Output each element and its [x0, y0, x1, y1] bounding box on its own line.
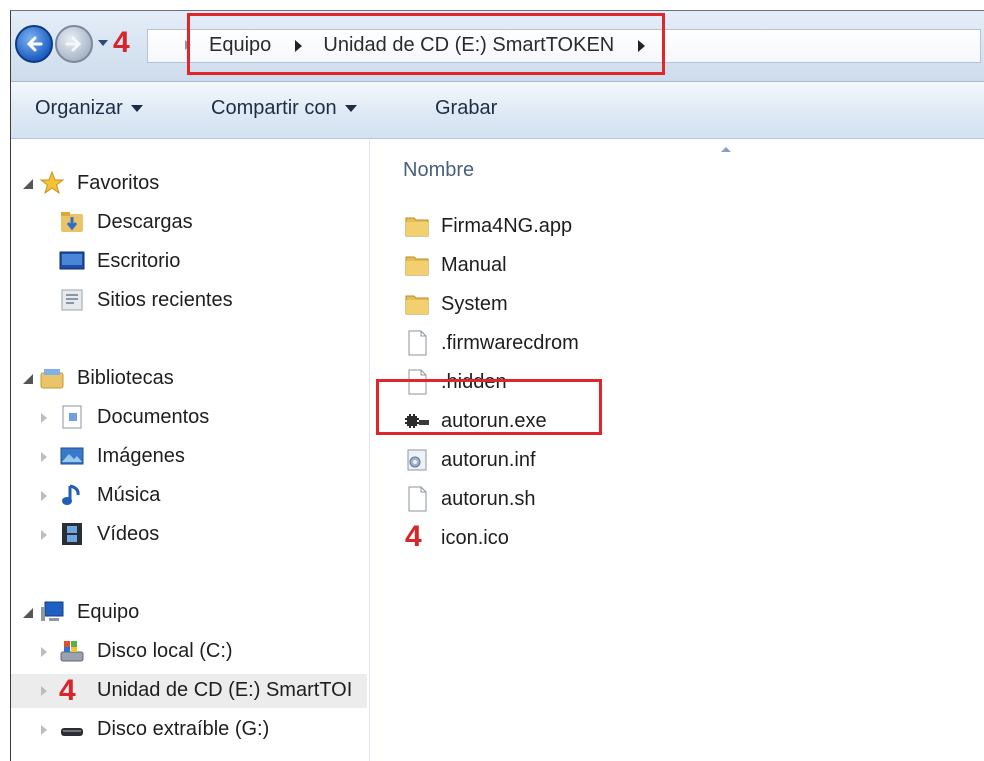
forward-button[interactable] [55, 25, 93, 63]
back-button[interactable] [15, 25, 53, 63]
nav-label: Escritorio [97, 250, 181, 272]
chevron-down-icon [344, 105, 357, 113]
computer-icon [41, 601, 64, 621]
share-menu-button[interactable]: Compartir con [211, 97, 357, 120]
settings-file-icon [407, 449, 427, 471]
nav-computer[interactable]: Equipo [11, 596, 367, 630]
nav-label: Imágenes [97, 445, 185, 467]
address-bar-row: 4 Equipo Unidad de CD (E:) SmartTOKEN [11, 11, 984, 82]
sort-ascending-icon [721, 147, 731, 152]
nav-item-cd-drive-e[interactable]: 4 Unidad de CD (E:) SmartTOI [11, 674, 367, 708]
video-film-icon [62, 523, 82, 545]
nav-label: Bibliotecas [77, 367, 174, 389]
removable-disk-icon [61, 728, 83, 736]
file-name: autorun.sh [441, 488, 536, 510]
step-marker-address: 4 [113, 26, 130, 59]
organize-menu-button[interactable]: Organizar [35, 97, 143, 120]
collapsed-triangle-icon[interactable] [41, 491, 47, 501]
navigation-pane: Favoritos Descargas Escritorio Sitios re… [11, 139, 370, 761]
expanded-triangle-icon[interactable] [23, 374, 33, 384]
file-icon [408, 486, 427, 512]
nav-item-videos[interactable]: Vídeos [11, 518, 367, 552]
address-highlight-box [187, 13, 665, 75]
column-header-name[interactable]: Nombre [403, 159, 474, 182]
expanded-triangle-icon[interactable] [23, 608, 33, 618]
file-name: .firmwarecdrom [441, 332, 579, 354]
file-list-pane: Nombre Firma4NG.app Manual System .firmw… [371, 139, 984, 761]
nav-item-escritorio[interactable]: Escritorio [11, 245, 367, 279]
star-icon [39, 170, 65, 195]
nav-label: Música [97, 484, 161, 506]
recent-pages-dropdown-icon[interactable] [97, 37, 109, 49]
back-arrow-icon [26, 36, 43, 52]
nav-item-disco-extraible-g[interactable]: Disco extraíble (G:) [11, 713, 367, 747]
nav-item-musica[interactable]: Música [11, 479, 367, 513]
nav-item-imagenes[interactable]: Imágenes [11, 440, 367, 474]
nav-item-sitios-recientes[interactable]: Sitios recientes [11, 284, 367, 318]
nav-label: Sitios recientes [97, 289, 233, 311]
nav-libraries[interactable]: Bibliotecas [11, 362, 367, 396]
organize-label: Organizar [35, 97, 123, 119]
forward-arrow-icon [65, 36, 82, 52]
nav-label: Favoritos [77, 172, 160, 194]
local-disk-icon [60, 641, 84, 662]
file-icon [408, 330, 427, 356]
nav-label: Disco local (C:) [97, 640, 233, 662]
nav-item-documentos[interactable]: Documentos [11, 401, 367, 435]
folder-icon [405, 217, 429, 237]
folder-icon [405, 256, 429, 276]
music-note-icon [62, 484, 80, 505]
share-label: Compartir con [211, 97, 337, 119]
collapsed-triangle-icon[interactable] [41, 413, 47, 423]
nav-label: Disco extraíble (G:) [97, 718, 270, 740]
libraries-icon [40, 369, 64, 389]
nav-label: Vídeos [97, 523, 160, 545]
expanded-triangle-icon[interactable] [23, 179, 33, 189]
nav-label: Unidad de CD (E:) SmartTOI [97, 679, 353, 701]
file-name: Manual [441, 254, 507, 276]
nav-label: Documentos [97, 406, 210, 428]
burn-label: Grabar [435, 97, 498, 119]
red-4-icon: 4 [405, 520, 422, 553]
nav-item-descargas[interactable]: Descargas [11, 206, 367, 240]
collapsed-triangle-icon[interactable] [41, 725, 47, 735]
collapsed-triangle-icon[interactable] [41, 647, 47, 657]
recent-places-icon [61, 289, 83, 311]
chevron-down-icon [130, 105, 143, 113]
burn-button[interactable]: Grabar [435, 97, 497, 120]
downloads-folder-icon [61, 212, 83, 232]
collapsed-triangle-icon[interactable] [41, 686, 47, 696]
folder-icon [405, 295, 429, 315]
file-name: icon.ico [441, 527, 509, 549]
file-name: System [441, 293, 508, 315]
file-name: Firma4NG.app [441, 215, 573, 237]
cd-drive-red-4-icon: 4 [59, 674, 76, 707]
collapsed-triangle-icon[interactable] [41, 452, 47, 462]
pictures-icon [60, 447, 84, 465]
desktop-icon [59, 251, 85, 270]
nav-label: Descargas [97, 211, 193, 233]
file-name: autorun.inf [441, 449, 536, 471]
nav-favorites[interactable]: Favoritos [11, 167, 367, 201]
documents-icon [62, 405, 82, 429]
nav-item-disco-local-c[interactable]: Disco local (C:) [11, 635, 367, 669]
command-toolbar: Organizar Compartir con Grabar [11, 82, 984, 139]
collapsed-triangle-icon[interactable] [41, 530, 47, 540]
autorun-exe-highlight-box [376, 379, 602, 435]
nav-label: Equipo [77, 601, 140, 623]
